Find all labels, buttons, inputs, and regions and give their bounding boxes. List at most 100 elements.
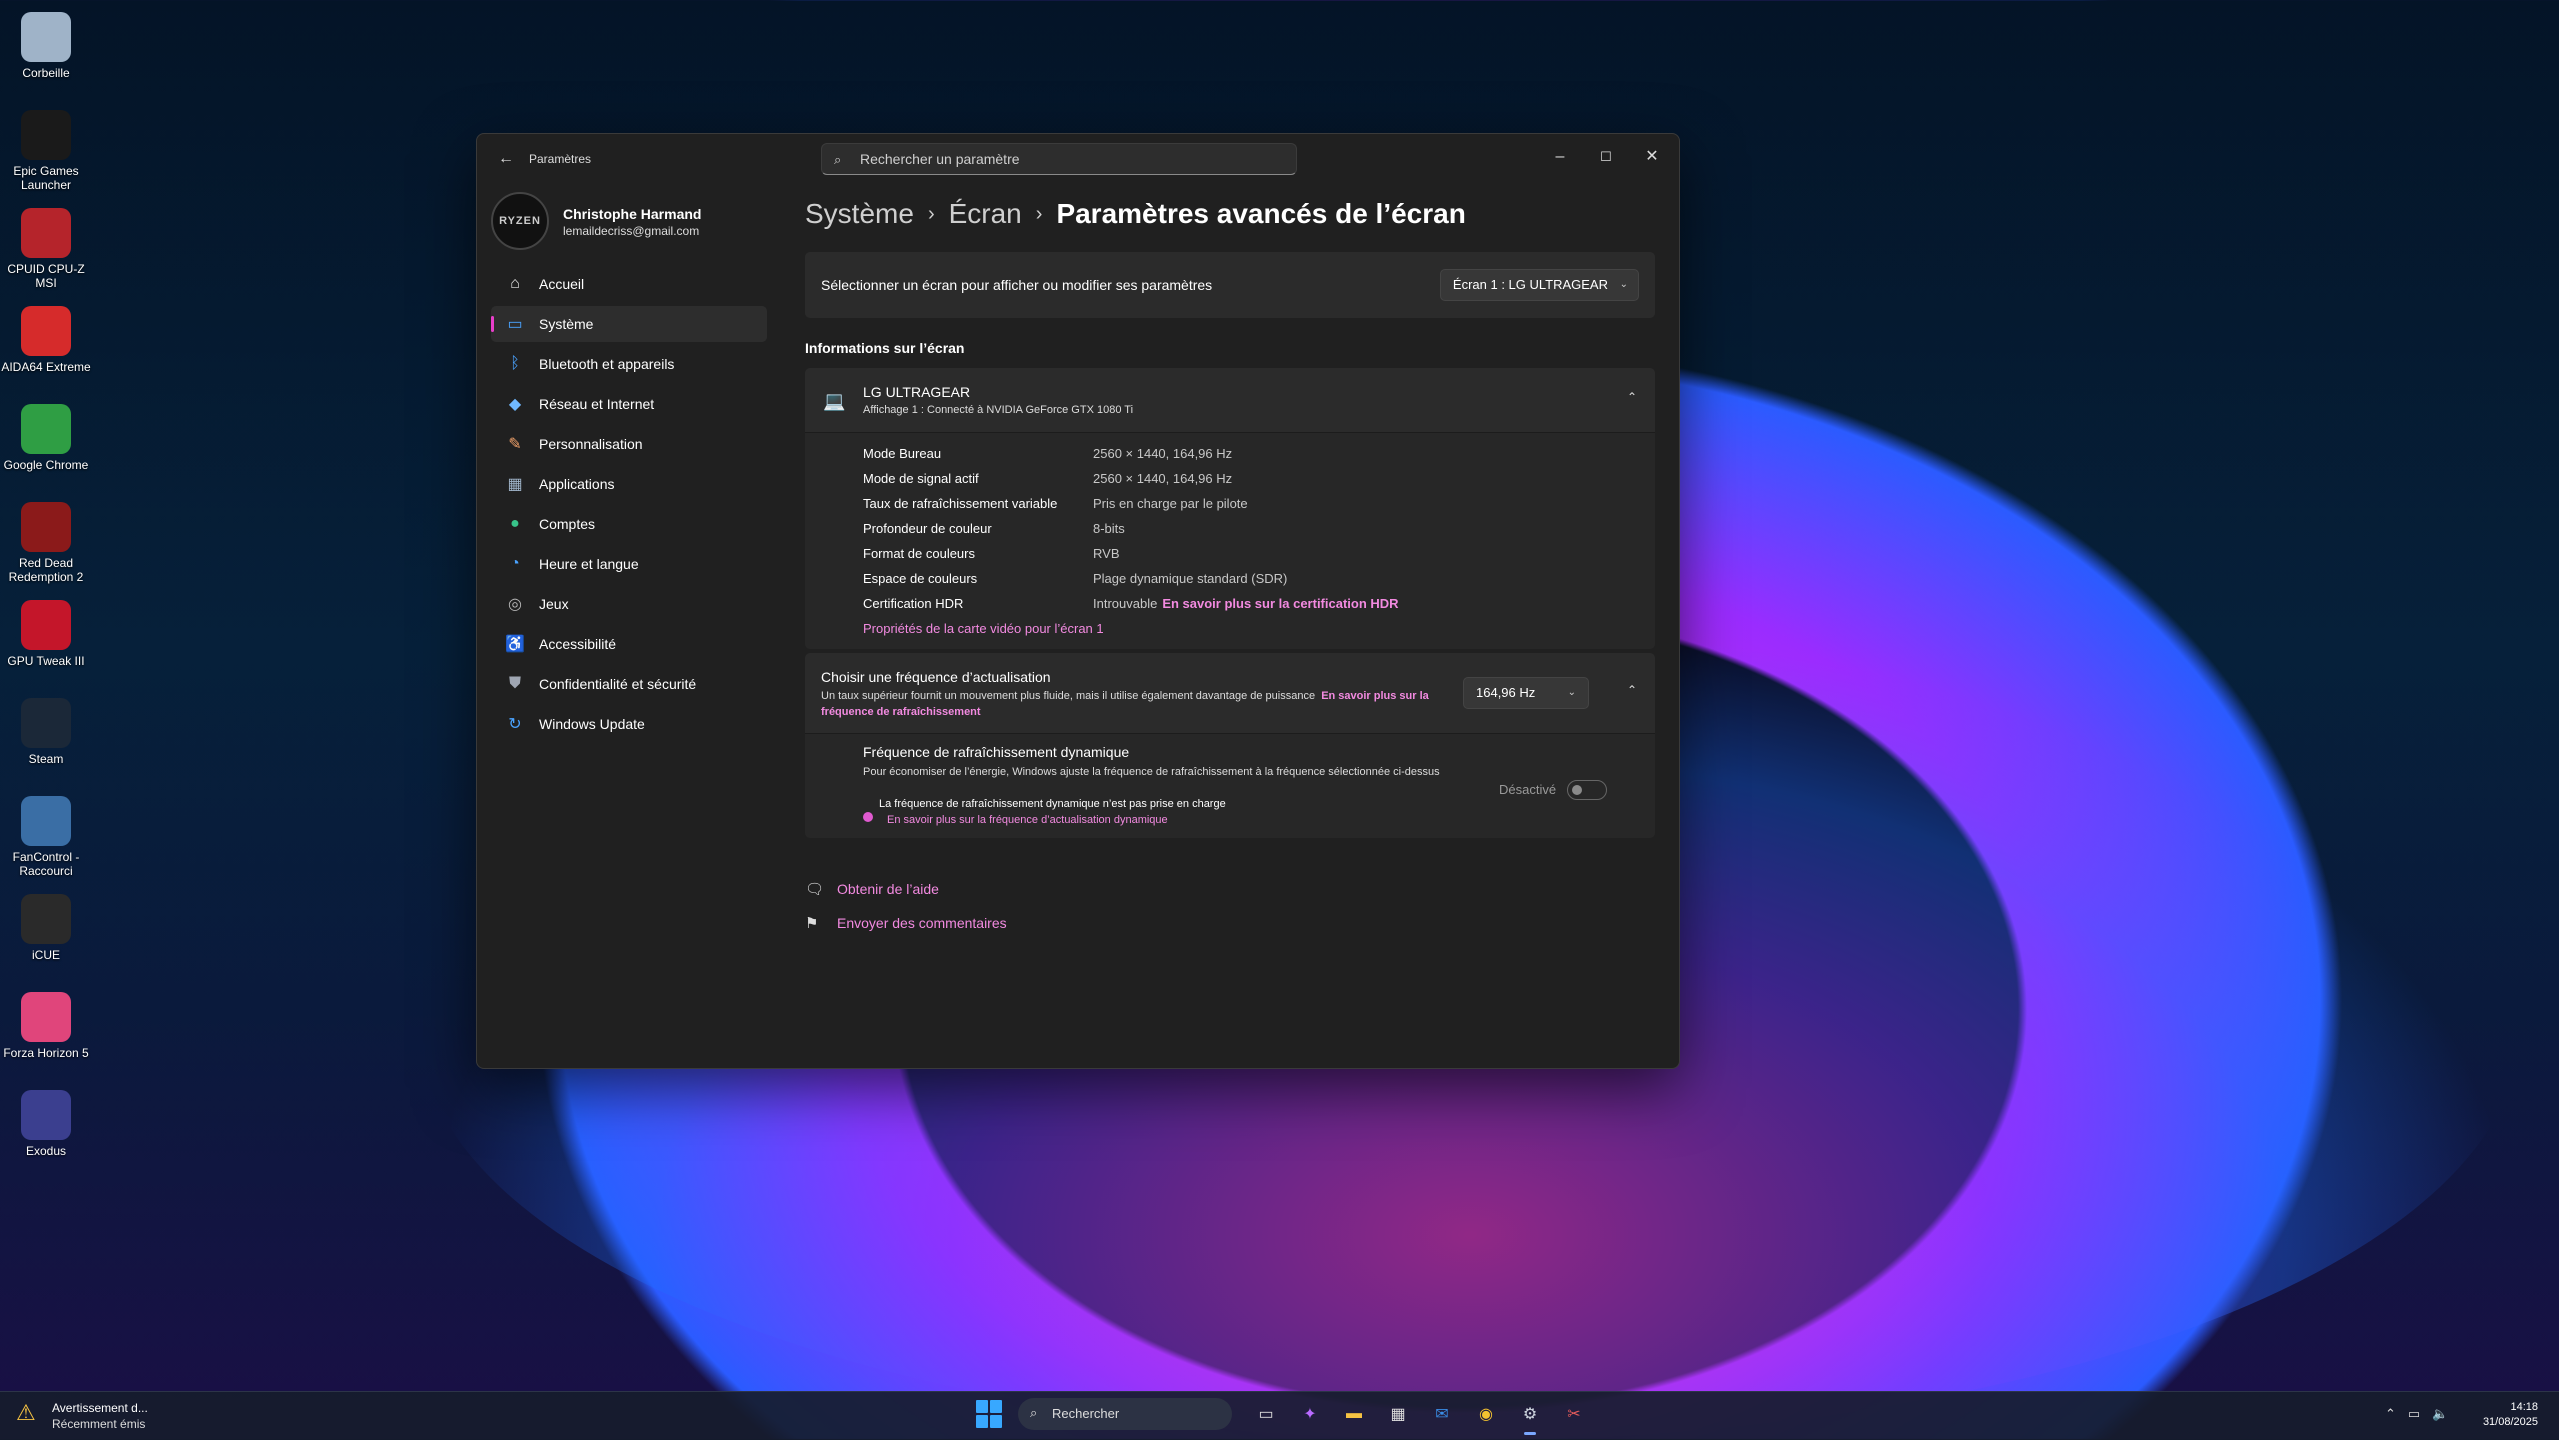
search-icon: ⌕ (834, 152, 842, 167)
desktop-icon[interactable]: Epic Games Launcher (0, 104, 92, 202)
notification-widget[interactable]: ⚠ Avertissement d... Récemment émis (16, 1400, 148, 1432)
start-button[interactable] (976, 1400, 1004, 1428)
refresh-rate-dropdown[interactable]: 164,96 Hz ⌄ (1463, 677, 1589, 709)
sidebar-item-heure-et-langue[interactable]: ◔ Heure et langue (491, 546, 767, 582)
sidebar-item-windows-update[interactable]: ↻ Windows Update (491, 706, 767, 742)
refresh-rate-value: 164,96 Hz (1476, 685, 1536, 700)
sidebar-item-label: Jeux (539, 596, 569, 612)
warning-triangle-icon: ⚠ (16, 1400, 36, 1425)
desktop-icon[interactable]: iCUE (0, 888, 92, 986)
title-bar: ← Paramètres ⌕ – ☐ ✕ (477, 134, 1679, 184)
desktop-icon[interactable]: GPU Tweak III (0, 594, 92, 692)
rdr2-icon (21, 502, 71, 552)
recycle-bin-icon (21, 12, 71, 62)
back-arrow-icon[interactable]: ← (495, 148, 517, 170)
chevron-up-icon[interactable]: ⌃ (1627, 390, 1637, 404)
desktop-icon[interactable]: Forza Horizon 5 (0, 986, 92, 1084)
toggle-state-label: Désactivé (1499, 782, 1557, 797)
sidebar-item-réseau-et-internet[interactable]: ◆ Réseau et Internet (491, 386, 767, 422)
help-links: 🗨 Obtenir de l’aide ⚑ Envoyer des commen… (805, 872, 1655, 940)
warning-icon (863, 812, 873, 822)
update-icon: ↻ (508, 716, 522, 733)
breadcrumb-systeme[interactable]: Système (805, 198, 914, 230)
refresh-title: Choisir une fréquence d’actualisation (821, 669, 1051, 685)
clock-time: 14:18 (2510, 1401, 2538, 1413)
refresh-rate-card: Choisir une fréquence d’actualisation Un… (805, 653, 1655, 733)
sidebar-item-label: Réseau et Internet (539, 396, 655, 412)
desktop-icon[interactable]: Corbeille (0, 6, 92, 104)
network-icon[interactable]: ▭ (2408, 1406, 2420, 1422)
help-chat-icon: 🗨 (805, 881, 825, 898)
clock-date: 31/08/2025 (2482, 1416, 2538, 1428)
laptop-icon: 💻 (823, 391, 846, 411)
section-title: Informations sur l’écran (805, 340, 965, 356)
dynamic-refresh-toggle[interactable] (1567, 780, 1607, 800)
volume-icon[interactable]: 🔈 (2432, 1406, 2448, 1422)
cpuz-icon (21, 208, 71, 258)
clock[interactable]: 14:18 31/08/2025 (2476, 1400, 2538, 1430)
outlook-icon[interactable]: ✉ (1426, 1398, 1458, 1430)
desktop-icon[interactable]: Google Chrome (0, 398, 92, 496)
accessibility-icon: ♿ (505, 636, 525, 653)
info-row: Espace de couleurs Plage dynamique standa… (805, 566, 1655, 591)
file-explorer-icon[interactable]: ▬ (1338, 1398, 1370, 1430)
desktop-icon[interactable]: FanControl - Raccourci (0, 790, 92, 888)
maximize-icon[interactable]: ☐ (1583, 134, 1629, 180)
desktop-icon[interactable]: Exodus (0, 1084, 92, 1182)
user-profile[interactable]: RYZEN Christophe Harmand lemaildecriss@g… (491, 184, 767, 254)
dynamic-refresh-warning: La fréquence de rafraîchissement dynamiq… (879, 798, 1226, 810)
minimize-icon[interactable]: – (1537, 134, 1583, 180)
sidebar-item-accessibilité[interactable]: ♿ Accessibilité (491, 626, 767, 662)
sidebar-item-système[interactable]: ▭ Système (491, 306, 767, 342)
sidebar-item-label: Système (539, 316, 594, 332)
taskbar-search[interactable]: ⌕ Rechercher (1018, 1398, 1232, 1430)
monitor-info-header[interactable]: 💻 LG ULTRAGEAR Affichage 1 : Connecté à … (805, 368, 1655, 432)
sidebar-item-accueil[interactable]: ⌂ Accueil (491, 266, 767, 302)
adapter-properties-link[interactable]: Propriétés de la carte vidéo pour l’écra… (863, 616, 1655, 641)
search-input[interactable] (858, 150, 1282, 168)
sidebar-item-applications[interactable]: ▦ Applications (491, 466, 767, 502)
feedback-label: Envoyer des commentaires (837, 915, 1007, 931)
desktop-icon[interactable]: Steam (0, 692, 92, 790)
sidebar-item-label: Confidentialité et sécurité (539, 676, 697, 692)
info-key: Taux de rafraîchissement variable (863, 496, 1058, 511)
settings-search[interactable]: ⌕ (821, 143, 1297, 175)
sidebar-item-bluetooth-et-appareils[interactable]: ᛒ Bluetooth et appareils (491, 346, 767, 382)
info-row: Taux de rafraîchissement variable Pris en… (805, 491, 1655, 516)
info-value: 8-bits (1093, 521, 1125, 536)
chrome-taskbar-icon[interactable]: ◉ (1470, 1398, 1502, 1430)
info-key: Mode Bureau (863, 446, 942, 461)
desktop-icon[interactable]: Red Dead Redemption 2 (0, 496, 92, 594)
feedback-link[interactable]: ⚑ Envoyer des commentaires (805, 906, 1655, 940)
close-icon[interactable]: ✕ (1629, 134, 1675, 180)
gamepad-icon: ◎ (508, 596, 522, 613)
info-value: 2560 × 1440, 164,96 Hz (1093, 471, 1233, 486)
dynamic-refresh-learn-more-link[interactable]: En savoir plus sur la fréquence d’actual… (887, 814, 1168, 826)
sidebar-item-label: Heure et langue (539, 556, 639, 572)
person-icon: ● (510, 515, 520, 532)
store-icon[interactable]: ▦ (1382, 1398, 1414, 1430)
nav-list: ⌂ Accueil ▭ Système ᛒ Bluetooth et appareils ◆… (491, 266, 767, 742)
fancontrol-icon (21, 796, 71, 846)
copilot-icon[interactable]: ✦ (1294, 1398, 1326, 1430)
breadcrumb-ecran[interactable]: Écran (949, 198, 1022, 230)
snipping-tool-icon[interactable]: ✂ (1558, 1398, 1590, 1430)
sidebar-item-comptes[interactable]: ● Comptes (491, 506, 767, 542)
sidebar-item-jeux[interactable]: ◎ Jeux (491, 586, 767, 622)
display-dropdown[interactable]: Écran 1 : LG ULTRAGEAR ⌄ (1439, 269, 1639, 301)
task-view-icon[interactable]: ▭ (1250, 1398, 1282, 1430)
chevron-up-icon[interactable]: ⌃ (1627, 683, 1637, 697)
get-help-link[interactable]: 🗨 Obtenir de l’aide (805, 872, 1655, 906)
settings-taskbar-icon[interactable]: ⚙ (1514, 1398, 1546, 1435)
desktop-icon[interactable]: CPUID CPU-Z MSI (0, 202, 92, 300)
desktop-icon-label: Google Chrome (3, 458, 89, 472)
sidebar-item-confidentialité-et-sécurité[interactable]: ⛊ Confidentialité et sécurité (491, 666, 767, 702)
chevron-up-icon[interactable]: ⌃ (2385, 1406, 2396, 1422)
profile-email: lemaildecriss@gmail.com (563, 224, 700, 238)
hdr-learn-more-link[interactable]: En savoir plus sur la certification HDR (1162, 596, 1398, 611)
desktop-icon[interactable]: AIDA64 Extreme (0, 300, 92, 398)
desktop-icons: Corbeille Epic Games Launcher CPUID CPU-Z … (0, 6, 92, 1182)
bluetooth-icon: ᛒ (510, 355, 520, 372)
sidebar-item-label: Windows Update (539, 716, 645, 732)
sidebar-item-personnalisation[interactable]: ✎ Personnalisation (491, 426, 767, 462)
